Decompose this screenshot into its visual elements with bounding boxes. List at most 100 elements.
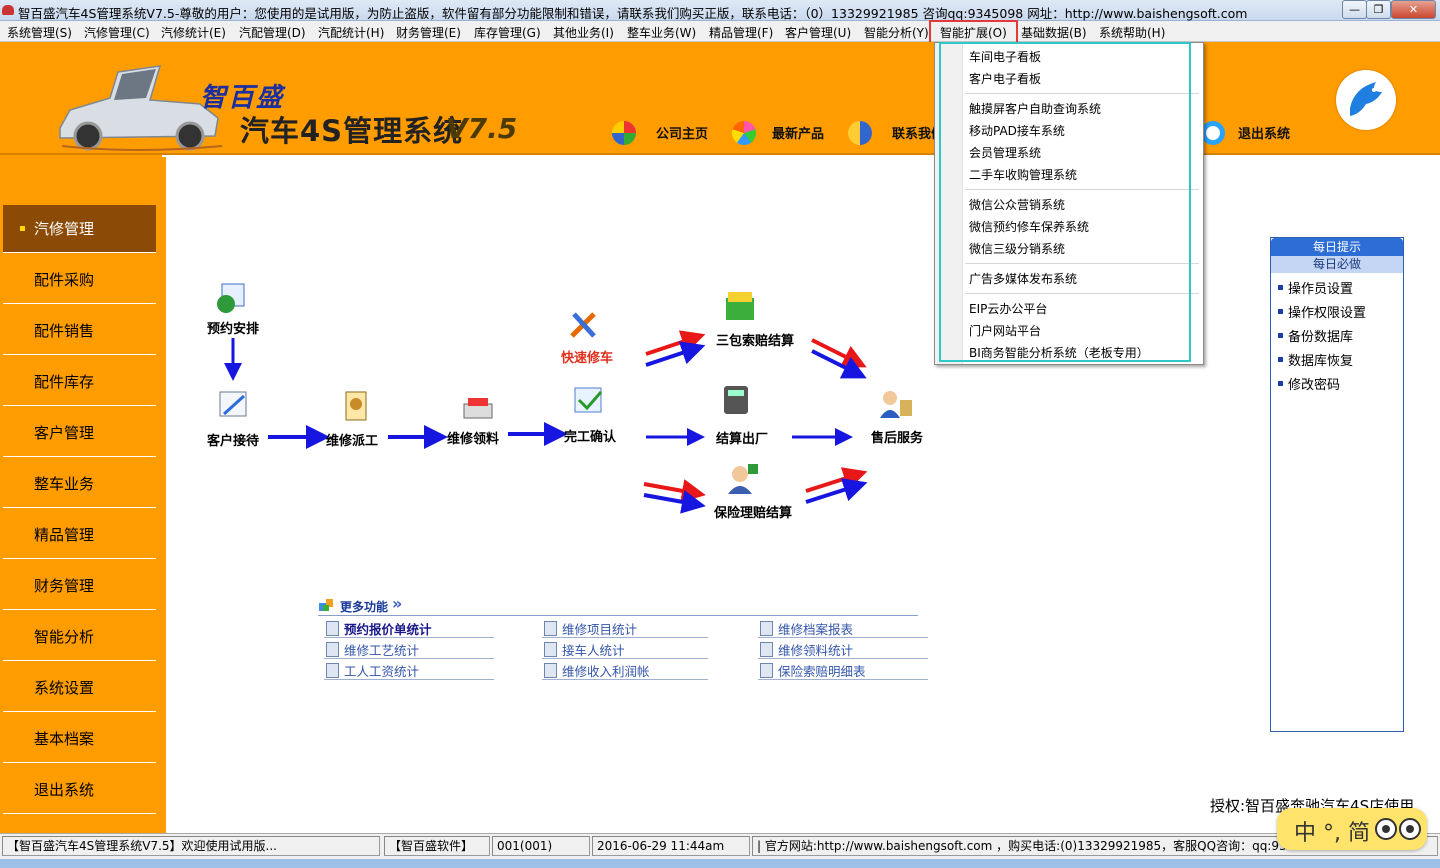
link-repair-archive-report[interactable]: 维修档案报表 bbox=[758, 619, 928, 638]
insurance-icon[interactable] bbox=[724, 462, 760, 496]
menu-item-wechat-marketing[interactable]: 微信公众营销系统 bbox=[969, 196, 1065, 213]
menu-item-customer-board[interactable]: 客户电子看板 bbox=[969, 70, 1041, 87]
flow-quick-repair-label[interactable]: 快速修车 bbox=[561, 347, 613, 366]
bullet-icon bbox=[1278, 285, 1283, 290]
dispatch-icon[interactable] bbox=[338, 390, 374, 424]
menu-boutique[interactable]: 精品管理(F) bbox=[709, 24, 773, 41]
more-functions-title[interactable]: 更多功能 bbox=[340, 598, 388, 615]
menu-item-eip-cloud[interactable]: EIP云办公平台 bbox=[969, 300, 1047, 317]
sidebar-item-repair[interactable]: 汽修管理 bbox=[3, 205, 156, 253]
menu-analysis[interactable]: 智能分析(Y) bbox=[864, 24, 929, 41]
appointment-icon[interactable] bbox=[214, 280, 250, 314]
flow-completion-label[interactable]: 完工确认 bbox=[564, 426, 616, 445]
tip-change-password[interactable]: 修改密码 bbox=[1288, 374, 1340, 393]
taskbar bbox=[0, 859, 1440, 868]
menu-customer[interactable]: 客户管理(U) bbox=[785, 24, 851, 41]
menu-item-bi-analysis[interactable]: BI商务智能分析系统（老板专用） bbox=[969, 344, 1149, 361]
extension-dropdown-menu: 车间电子看板 客户电子看板 触摸屏客户自助查询系统 移动PAD接车系统 会员管理… bbox=[934, 42, 1204, 365]
menu-separator bbox=[965, 189, 1199, 190]
sidebar-item-parts-sales[interactable]: 配件销售 bbox=[3, 307, 156, 355]
ime-toolbar[interactable]: 中 °, 简 bbox=[1277, 808, 1427, 850]
nav-latest-products[interactable]: 最新产品 bbox=[772, 123, 824, 142]
material-icon[interactable] bbox=[460, 392, 496, 426]
menu-other[interactable]: 其他业务(I) bbox=[553, 24, 614, 41]
menu-separator bbox=[965, 293, 1199, 294]
menu-item-workshop-board[interactable]: 车间电子看板 bbox=[969, 48, 1041, 65]
flow-appointment-label[interactable]: 预约安排 bbox=[207, 318, 259, 337]
link-repair-item-stats[interactable]: 维修项目统计 bbox=[542, 619, 708, 638]
link-receiver-stats[interactable]: 接车人统计 bbox=[542, 640, 708, 659]
menu-item-ad-media[interactable]: 广告多媒体发布系统 bbox=[969, 270, 1077, 287]
after-sales-icon[interactable] bbox=[878, 386, 914, 420]
menu-help[interactable]: 系统帮助(H) bbox=[1099, 24, 1165, 41]
sidebar-item-archives[interactable]: 基本档案 bbox=[3, 715, 156, 763]
company-home-icon bbox=[612, 121, 636, 145]
menu-item-used-car[interactable]: 二手车收购管理系统 bbox=[969, 166, 1077, 183]
menu-vehicle[interactable]: 整车业务(W) bbox=[627, 24, 696, 41]
menu-item-portal[interactable]: 门户网站平台 bbox=[969, 322, 1041, 339]
flow-insurance-label[interactable]: 保险理赔结算 bbox=[714, 502, 792, 521]
menu-repair[interactable]: 汽修管理(C) bbox=[84, 24, 150, 41]
sidebar-item-vehicle[interactable]: 整车业务 bbox=[3, 460, 156, 508]
nav-exit[interactable]: 退出系统 bbox=[1238, 123, 1290, 142]
quick-repair-icon[interactable] bbox=[566, 308, 602, 342]
sidebar-item-analysis[interactable]: 智能分析 bbox=[3, 613, 156, 661]
link-wage-stats[interactable]: 工人工资统计 bbox=[324, 661, 494, 680]
sidebar-item-customer[interactable]: 客户管理 bbox=[3, 409, 156, 457]
link-appointment-quote-stats[interactable]: 预约报价单统计 bbox=[324, 619, 494, 638]
sidebar-item-boutique[interactable]: 精品管理 bbox=[3, 511, 156, 559]
menu-item-wechat-distribution[interactable]: 微信三级分销系统 bbox=[969, 240, 1065, 257]
link-repair-process-stats[interactable]: 维修工艺统计 bbox=[324, 640, 494, 659]
menu-system[interactable]: 系统管理(S) bbox=[7, 24, 72, 41]
warranty-icon[interactable] bbox=[722, 290, 758, 324]
checkout-icon[interactable] bbox=[718, 382, 754, 416]
bullet-icon bbox=[1278, 309, 1283, 314]
status-bar: 【智百盛汽车4S管理系统V7.5】欢迎使用试用版... 【智百盛软件】 001(… bbox=[0, 833, 1440, 859]
menu-finance[interactable]: 财务管理(E) bbox=[396, 24, 461, 41]
flow-warranty-label[interactable]: 三包索赔结算 bbox=[716, 330, 794, 349]
content-area bbox=[162, 157, 1438, 833]
menu-item-member[interactable]: 会员管理系统 bbox=[969, 144, 1041, 161]
sidebar-item-exit[interactable]: 退出系统 bbox=[3, 766, 156, 814]
sidebar-item-parts-purchase[interactable]: 配件采购 bbox=[3, 256, 156, 304]
sidebar-item-finance[interactable]: 财务管理 bbox=[3, 562, 156, 610]
window-title: 智百盛汽车4S管理系统V7.5-尊敬的用户：您使用的是试用版，为防止盗版，软件留… bbox=[18, 6, 1248, 21]
bird-logo-icon bbox=[1336, 70, 1396, 130]
menu-parts-stats[interactable]: 汽配统计(H) bbox=[318, 24, 384, 41]
tip-permission-settings[interactable]: 操作权限设置 bbox=[1288, 302, 1366, 321]
reception-icon[interactable] bbox=[216, 388, 252, 422]
sidebar: 汽修管理 配件采购 配件销售 配件库存 客户管理 整车业务 精品管理 财务管理 … bbox=[0, 155, 162, 833]
menu-repair-stats[interactable]: 汽修统计(E) bbox=[161, 24, 226, 41]
close-button[interactable]: ✕ bbox=[1391, 0, 1436, 19]
minimize-button[interactable]: — bbox=[1342, 0, 1367, 19]
tip-backup-database[interactable]: 备份数据库 bbox=[1288, 326, 1353, 345]
sidebar-item-settings[interactable]: 系统设置 bbox=[3, 664, 156, 712]
more-functions-divider bbox=[318, 615, 918, 616]
nav-company-home[interactable]: 公司主页 bbox=[656, 123, 708, 142]
status-user: 001(001) bbox=[492, 836, 590, 856]
menu-item-mobile-pad[interactable]: 移动PAD接车系统 bbox=[969, 122, 1065, 139]
flow-reception-label[interactable]: 客户接待 bbox=[207, 430, 259, 449]
menu-item-wechat-booking[interactable]: 微信预约修车保养系统 bbox=[969, 218, 1089, 235]
flow-after-sales-label[interactable]: 售后服务 bbox=[871, 427, 923, 446]
flow-checkout-label[interactable]: 结算出厂 bbox=[716, 428, 768, 447]
ime-mode-text[interactable]: 中 °, 简 bbox=[1294, 815, 1370, 847]
link-repair-profit[interactable]: 维修收入利润帐 bbox=[542, 661, 708, 680]
exit-icon bbox=[1201, 121, 1225, 145]
more-functions-arrow[interactable]: » bbox=[392, 594, 402, 613]
restore-button[interactable]: ❐ bbox=[1366, 0, 1391, 19]
menu-item-touch-query[interactable]: 触摸屏客户自助查询系统 bbox=[969, 100, 1101, 117]
flow-material-label[interactable]: 维修领料 bbox=[447, 428, 499, 447]
tip-restore-database[interactable]: 数据库恢复 bbox=[1288, 350, 1353, 369]
completion-icon[interactable] bbox=[571, 384, 607, 418]
link-insurance-claim-detail[interactable]: 保险索赔明细表 bbox=[758, 661, 928, 680]
sidebar-item-parts-inventory[interactable]: 配件库存 bbox=[3, 358, 156, 406]
ime-face-icon bbox=[1375, 818, 1421, 840]
flow-dispatch-label[interactable]: 维修派工 bbox=[326, 430, 378, 449]
app-icon bbox=[2, 5, 14, 15]
menu-base-data[interactable]: 基础数据(B) bbox=[1021, 24, 1087, 41]
menu-parts[interactable]: 汽配管理(D) bbox=[239, 24, 306, 41]
tip-operator-settings[interactable]: 操作员设置 bbox=[1288, 278, 1353, 297]
menu-inventory[interactable]: 库存管理(G) bbox=[474, 24, 541, 41]
link-repair-material-stats[interactable]: 维修领料统计 bbox=[758, 640, 928, 659]
